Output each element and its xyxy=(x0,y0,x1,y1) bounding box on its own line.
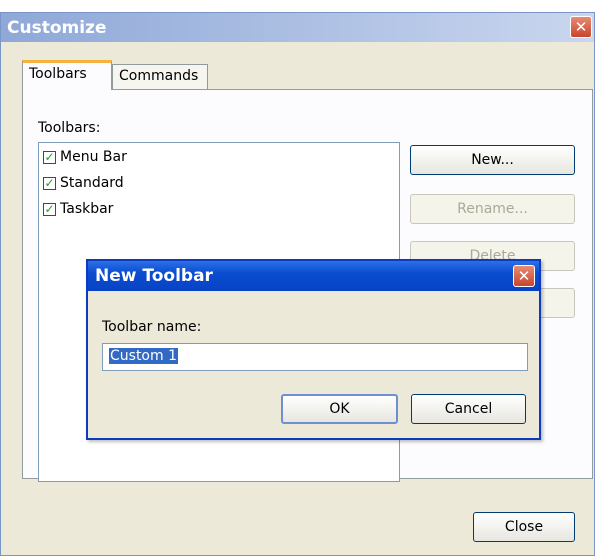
list-item-label: Menu Bar xyxy=(60,149,127,165)
toolbar-name-value: Custom 1 xyxy=(109,348,178,364)
checkbox-standard[interactable]: ✓ xyxy=(43,176,56,190)
dialog-close-icon[interactable]: ✕ xyxy=(513,265,535,287)
tab-commands[interactable]: Commands xyxy=(112,64,208,90)
window-titlebar[interactable]: Customize ✕ xyxy=(1,13,594,42)
window-title: Customize xyxy=(7,18,107,38)
close-button[interactable]: Close xyxy=(473,512,575,542)
rename-toolbar-button[interactable]: Rename... xyxy=(410,194,575,224)
toolbar-name-input[interactable]: Custom 1 xyxy=(102,343,528,371)
toolbars-label: Toolbars: xyxy=(38,120,101,136)
dialog-titlebar[interactable]: New Toolbar ✕ xyxy=(88,261,539,291)
list-item[interactable]: ✓ Menu Bar xyxy=(43,149,127,171)
new-toolbar-dialog: New Toolbar ✕ Toolbar name: Custom 1 OK … xyxy=(86,259,541,440)
cancel-button[interactable]: Cancel xyxy=(411,394,526,424)
list-item-label: Taskbar xyxy=(60,201,114,217)
list-item-label: Standard xyxy=(60,175,124,191)
checkbox-menu-bar[interactable]: ✓ xyxy=(43,150,56,164)
toolbar-name-label: Toolbar name: xyxy=(102,319,202,335)
tab-toolbars[interactable]: Toolbars xyxy=(22,60,112,90)
list-item[interactable]: ✓ Taskbar xyxy=(43,201,113,223)
checkbox-taskbar[interactable]: ✓ xyxy=(43,202,56,216)
list-item[interactable]: ✓ Standard xyxy=(43,175,124,197)
window-close-icon[interactable]: ✕ xyxy=(570,16,592,38)
new-toolbar-button[interactable]: New... xyxy=(410,145,575,175)
ok-button[interactable]: OK xyxy=(281,394,398,424)
dialog-title: New Toolbar xyxy=(95,266,213,286)
